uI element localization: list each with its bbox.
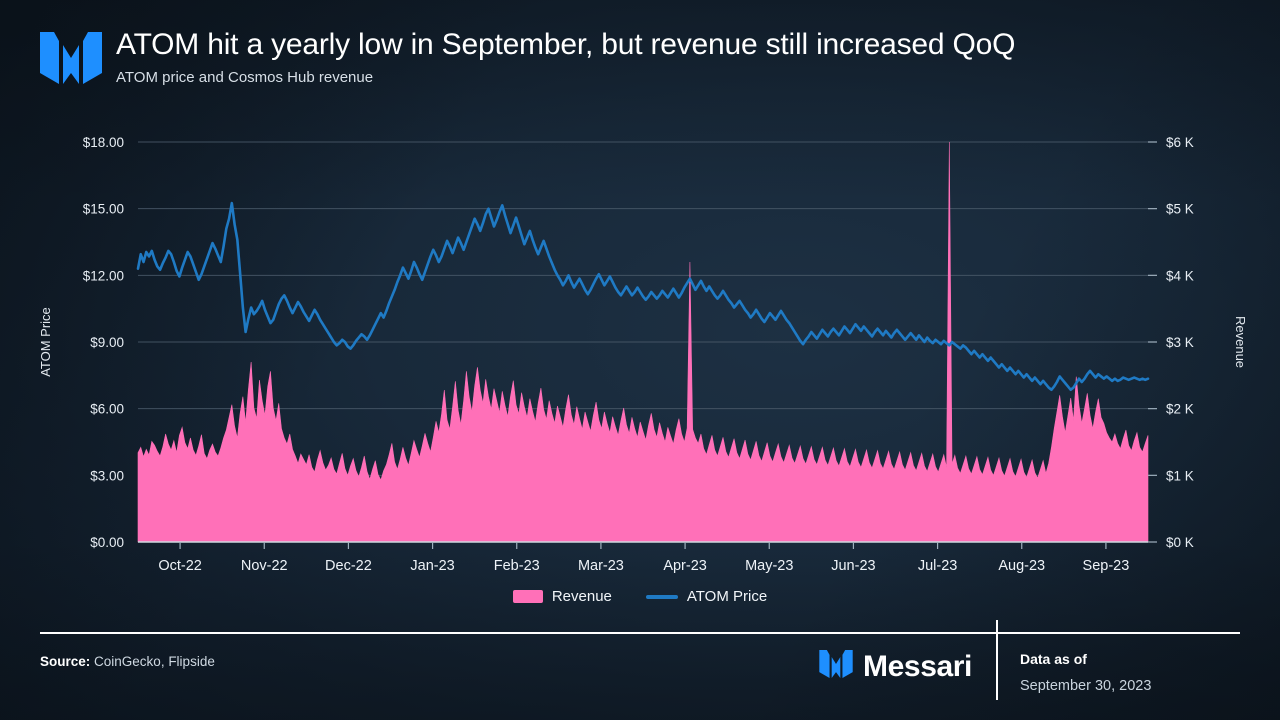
brand-wordmark: Messari [863, 649, 972, 683]
left-axis-title: ATOM Price [38, 307, 53, 377]
x-axis-tick-label: May-23 [745, 558, 793, 574]
legend-item-atom-price[interactable]: ATOM Price [645, 588, 768, 605]
source-label: Source: [40, 654, 91, 669]
x-axis-tick-label: Oct-22 [158, 558, 202, 574]
x-axis-tick-label: Aug-23 [998, 558, 1045, 574]
chart-svg: $0.00 $3.00 $6.00 $9.00 $12.00 $15.00 $18.00 $… [38, 135, 1248, 574]
atom-price-line-path [136, 201, 1150, 392]
y2-axis-tick-label: $5 K [1166, 202, 1194, 217]
x-axis-tick-label: Jun-23 [831, 558, 875, 574]
y-axis-tick-label: $15.00 [83, 202, 124, 217]
y2-axis-tick-label: $1 K [1166, 468, 1194, 483]
y2-axis-tick-label: $2 K [1166, 402, 1194, 417]
y2-axis-tick-label: $4 K [1166, 268, 1194, 283]
y2-axis-tick-label: $3 K [1166, 335, 1194, 350]
y-axis-tick-label: $3.00 [90, 468, 124, 483]
y-axis-tick-label: $6.00 [90, 402, 124, 417]
messari-m-logo-icon [40, 32, 102, 89]
legend-swatch-atom-price [645, 594, 678, 599]
atom-price-line-series [136, 201, 1150, 392]
chart-page: ATOM hit a yearly low in September, but … [0, 0, 1280, 720]
x-axis-tick-label: Jul-23 [918, 558, 958, 574]
x-axis-tick-label: Jan-23 [410, 558, 454, 574]
x-axis-tick-label: Nov-22 [241, 558, 288, 574]
footer-divider-vertical [996, 620, 998, 700]
page-subtitle: ATOM price and Cosmos Hub revenue [116, 69, 374, 86]
y2-axis-tick-label: $6 K [1166, 135, 1194, 150]
x-axis-tick-label: Mar-23 [578, 558, 624, 574]
y-axis-tick-label: $12.00 [83, 268, 124, 283]
y-axis-tick-label: $18.00 [83, 135, 124, 150]
x-axis-tick-label: Dec-22 [325, 558, 372, 574]
footer: Source: CoinGecko, Flipside Messari Data… [40, 620, 1240, 705]
legend-item-revenue[interactable]: Revenue [512, 588, 612, 605]
data-as-of-block: Data as of September 30, 2023 [1020, 649, 1240, 697]
footer-divider-horizontal [40, 632, 1240, 634]
chart-container: $0.00 $3.00 $6.00 $9.00 $12.00 $15.00 $18.00 $… [0, 110, 1280, 610]
legend-swatch-revenue [512, 590, 543, 603]
page-title: ATOM hit a yearly low in September, but … [116, 28, 1016, 61]
data-as-of-label: Data as of [1020, 651, 1087, 667]
left-axis-tick-labels: $0.00 $3.00 $6.00 $9.00 $12.00 $15.00 $18.00 [83, 135, 124, 550]
header-text: ATOM hit a yearly low in September, but … [116, 26, 1015, 88]
source-value: CoinGecko, Flipside [94, 654, 215, 669]
source-text: Source: CoinGecko, Flipside [40, 654, 215, 669]
y-axis-tick-label: $0.00 [90, 535, 124, 550]
brand-lockup: Messari [819, 650, 972, 683]
x-axis-tick-label: Apr-23 [663, 558, 707, 574]
chart-legend: Revenue ATOM Price [0, 588, 1280, 605]
y2-axis-tick-label: $0 K [1166, 535, 1194, 550]
messari-m-logo-icon [819, 650, 853, 683]
header: ATOM hit a yearly low in September, but … [40, 26, 1015, 89]
x-axis-tick-labels: Oct-22 Nov-22 Dec-22 Jan-23 Feb-23 Mar-23 Apr-… [158, 558, 1129, 574]
right-axis-title: Revenue [1233, 316, 1248, 368]
x-axis-tick-label: Sep-23 [1083, 558, 1130, 574]
data-as-of-date: September 30, 2023 [1020, 678, 1152, 694]
right-axis-tick-labels: $0 K $1 K $2 K $3 K $4 K $5 K $6 K [1166, 135, 1194, 550]
y-axis-tick-label: $9.00 [90, 335, 124, 350]
legend-label-revenue: Revenue [551, 588, 612, 605]
x-axis-tick-label: Feb-23 [494, 558, 540, 574]
legend-label-atom-price: ATOM Price [686, 588, 768, 605]
